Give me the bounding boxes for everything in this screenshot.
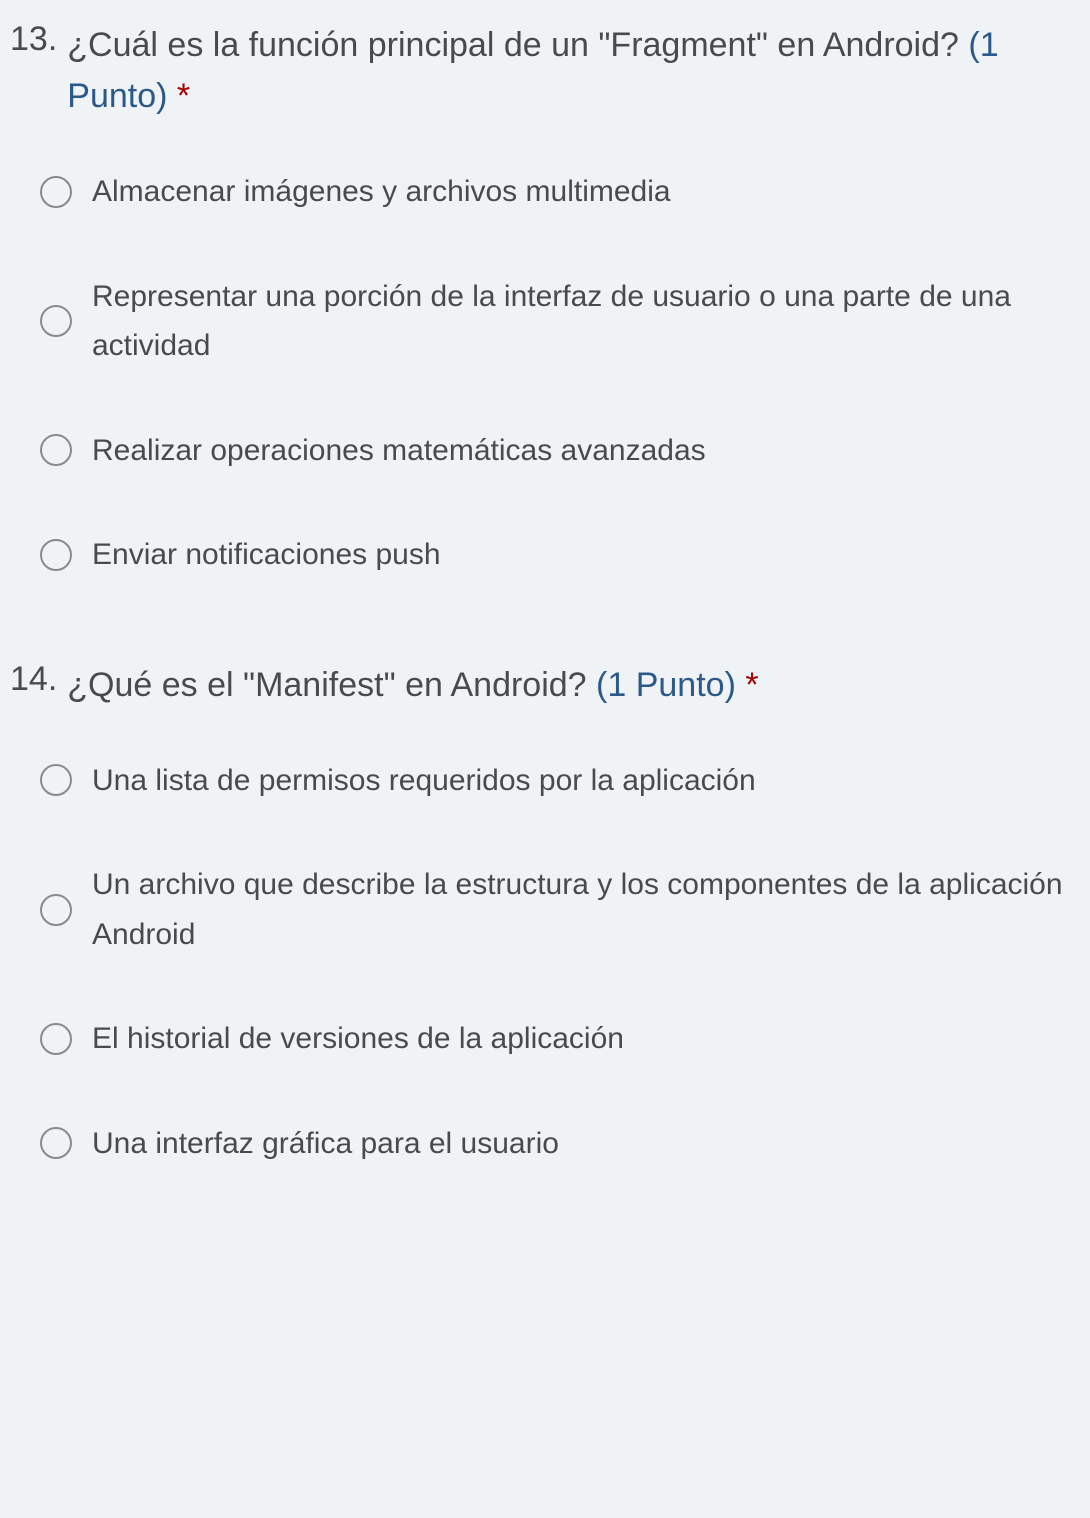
question-text-wrapper: ¿Cuál es la función principal de un "Fra…	[67, 20, 1080, 122]
option-row[interactable]: Una interfaz gráfica para el usuario	[40, 1119, 1080, 1169]
option-row[interactable]: Realizar operaciones matemáticas avanzad…	[40, 426, 1080, 476]
option-label: Representar una porción de la interfaz d…	[92, 272, 1080, 371]
options-list: Almacenar imágenes y archivos multimedia…	[10, 167, 1080, 580]
question-text: ¿Qué es el "Manifest" en Android?	[67, 666, 586, 704]
radio-icon[interactable]	[40, 1023, 72, 1055]
option-row[interactable]: Una lista de permisos requeridos por la …	[40, 756, 1080, 806]
option-row[interactable]: Un archivo que describe la estructura y …	[40, 860, 1080, 959]
required-indicator: *	[745, 666, 758, 704]
question-13: 13. ¿Cuál es la función principal de un …	[10, 20, 1080, 580]
radio-icon[interactable]	[40, 434, 72, 466]
question-number: 14.	[10, 660, 67, 699]
option-row[interactable]: Almacenar imágenes y archivos multimedia	[40, 167, 1080, 217]
option-row[interactable]: Enviar notificaciones push	[40, 530, 1080, 580]
option-label: Realizar operaciones matemáticas avanzad…	[92, 426, 1080, 476]
question-number: 13.	[10, 20, 67, 59]
option-row[interactable]: Representar una porción de la interfaz d…	[40, 272, 1080, 371]
radio-icon[interactable]	[40, 1127, 72, 1159]
question-header: 14. ¿Qué es el "Manifest" en Android? (1…	[10, 660, 1080, 711]
options-list: Una lista de permisos requeridos por la …	[10, 756, 1080, 1169]
option-row[interactable]: El historial de versiones de la aplicaci…	[40, 1014, 1080, 1064]
question-14: 14. ¿Qué es el "Manifest" en Android? (1…	[10, 660, 1080, 1169]
option-label: Una lista de permisos requeridos por la …	[92, 756, 1080, 806]
question-points: (1 Punto)	[596, 666, 736, 704]
radio-icon[interactable]	[40, 176, 72, 208]
option-label: El historial de versiones de la aplicaci…	[92, 1014, 1080, 1064]
option-label: Un archivo que describe la estructura y …	[92, 860, 1080, 959]
required-indicator: *	[177, 77, 190, 115]
question-header: 13. ¿Cuál es la función principal de un …	[10, 20, 1080, 122]
question-text: ¿Cuál es la función principal de un "Fra…	[67, 26, 959, 64]
question-text-wrapper: ¿Qué es el "Manifest" en Android? (1 Pun…	[67, 660, 1080, 711]
radio-icon[interactable]	[40, 894, 72, 926]
radio-icon[interactable]	[40, 764, 72, 796]
option-label: Almacenar imágenes y archivos multimedia	[92, 167, 1080, 217]
radio-icon[interactable]	[40, 305, 72, 337]
option-label: Una interfaz gráfica para el usuario	[92, 1119, 1080, 1169]
option-label: Enviar notificaciones push	[92, 530, 1080, 580]
radio-icon[interactable]	[40, 539, 72, 571]
